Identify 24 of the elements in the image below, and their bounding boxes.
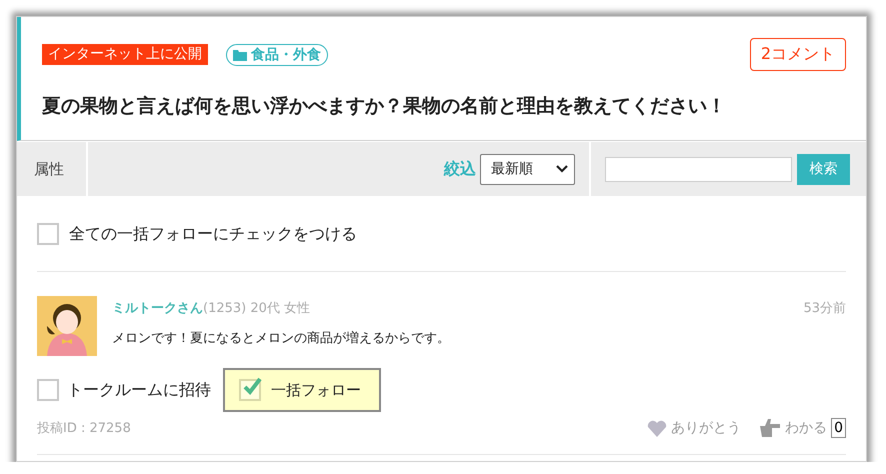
sort-dropdown[interactable]: 最新順 [480, 154, 575, 184]
thumb-icon [759, 418, 782, 438]
post-body: メロンです！夏になるとメロンの商品が増えるからです。 [112, 330, 451, 347]
heart-icon [647, 420, 668, 436]
post-id: 投稿ID : 27258 [37, 420, 132, 437]
avatar [37, 296, 97, 356]
agree-button[interactable]: わかる 0 [759, 418, 846, 438]
user-info: ミルトークさん(1253) 20代 女性 [112, 300, 310, 317]
checkbox[interactable] [37, 379, 59, 401]
chevron-down-icon [556, 165, 568, 173]
question-title: 夏の果物と言えば何を思い浮かべますか？果物の名前と理由を教えてください！ [42, 94, 727, 119]
invite-label[interactable]: トークルームに招待 [67, 380, 211, 400]
visibility-badge: インターネット上に公開 [42, 44, 208, 65]
filter-label: 絞込 [444, 158, 476, 180]
search-field[interactable] [605, 156, 792, 182]
checkbox[interactable] [37, 223, 59, 245]
attribute-label: 属性 [17, 142, 88, 196]
follow-all-label[interactable]: 全ての一括フォローにチェックをつける [69, 224, 357, 244]
checkbox[interactable] [239, 379, 261, 401]
folder-icon [233, 48, 247, 60]
post-time: 53分前 [803, 300, 846, 317]
agree-count: 0 [831, 418, 846, 438]
follow-toggle[interactable]: 一括フォロー [223, 368, 381, 412]
comment-count-button[interactable]: 2コメント [750, 38, 846, 71]
